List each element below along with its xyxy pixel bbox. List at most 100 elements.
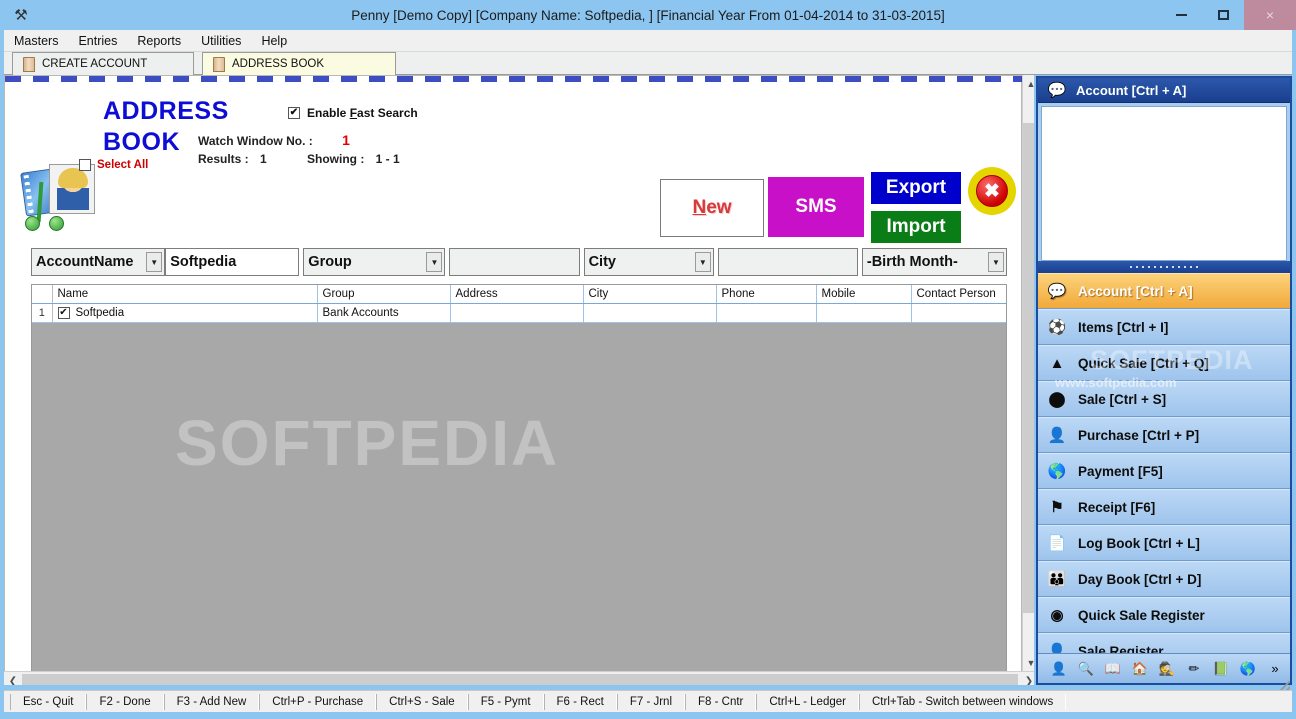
person-search-icon[interactable]: 🕵 (1158, 660, 1176, 678)
sidebar-item-log-book[interactable]: 📄 Log Book [Ctrl + L] (1038, 525, 1290, 561)
cell-contact-person[interactable] (911, 303, 1006, 323)
decorative-strip (5, 76, 1023, 82)
column-header-city[interactable]: City (583, 285, 717, 304)
table-row[interactable]: 1 ✔ Softpedia Bank Accounts (32, 303, 1006, 323)
import-button[interactable]: Import (871, 211, 961, 243)
enable-fast-search-checkbox[interactable]: ✔ Enable Fast Search (288, 106, 418, 120)
status-key-ctrlp[interactable]: Ctrl+P - Purchase (259, 693, 377, 710)
menu-item-masters[interactable]: Masters (14, 32, 69, 50)
search-input[interactable]: Softpedia (165, 248, 300, 276)
page-title: ADDRESS BOOK (103, 96, 229, 158)
scroll-left-icon[interactable]: ❮ (4, 672, 22, 686)
sidebar-account-list-panel[interactable] (1041, 106, 1287, 261)
column-header-group[interactable]: Group (317, 285, 451, 304)
sidebar-item-purchase[interactable]: 👤 Purchase [Ctrl + P] (1038, 417, 1290, 453)
sidebar-splitter[interactable] (1038, 261, 1290, 273)
results-value: 1 (260, 152, 267, 166)
vertical-scroll-thumb[interactable] (1023, 123, 1034, 613)
status-key-f6[interactable]: F6 - Rect (543, 693, 617, 710)
export-button[interactable]: Export (871, 172, 961, 204)
select-all-label: Select All (97, 159, 149, 171)
horizontal-scroll-thumb[interactable] (22, 674, 1018, 685)
horizontal-scrollbar[interactable]: ❮ ❯ (4, 671, 1034, 685)
sidebar-item-payment[interactable]: 🌎 Payment [F5] (1038, 453, 1290, 489)
globe-icon[interactable]: 🌎 (1239, 660, 1257, 678)
sidebar-item-day-book[interactable]: 👪 Day Book [Ctrl + D] (1038, 561, 1290, 597)
status-bar: Esc - Quit F2 - Done F3 - Add New Ctrl+P… (4, 690, 1292, 712)
scroll-up-icon[interactable]: ▲ (1023, 75, 1034, 92)
menu-item-entries[interactable]: Entries (78, 32, 128, 50)
group-value-input[interactable] (449, 248, 580, 276)
status-key-f3[interactable]: F3 - Add New (163, 693, 260, 710)
city-select-value: City (588, 254, 616, 270)
green-book-icon[interactable]: 📗 (1212, 660, 1230, 678)
city-select[interactable]: City ▼ (583, 248, 714, 276)
home-icon[interactable]: 🏠 (1131, 660, 1149, 678)
cell-phone[interactable] (716, 303, 817, 323)
tab-label: CREATE ACCOUNT (42, 58, 148, 70)
chevron-down-icon: ▼ (426, 252, 443, 272)
close-button[interactable]: × (1244, 0, 1296, 30)
cell-group[interactable]: Bank Accounts (317, 303, 451, 323)
title-bar: ⚒ Penny [Demo Copy] [Company Name: Softp… (0, 0, 1296, 30)
column-header-address[interactable]: Address (450, 285, 584, 304)
person-globe-icon: 👪 (1047, 571, 1067, 588)
book-icon[interactable]: 📖 (1104, 660, 1122, 678)
vertical-scrollbar[interactable]: ▲ ▼ (1022, 75, 1034, 671)
sidebar-item-sale[interactable]: ⬤ Sale [Ctrl + S] (1038, 381, 1290, 417)
pen-icon[interactable]: ✏ (1185, 660, 1203, 678)
group-select[interactable]: Group ▼ (303, 248, 446, 276)
chevron-down-icon: ▼ (987, 252, 1004, 272)
status-key-ctrls[interactable]: Ctrl+S - Sale (376, 693, 468, 710)
cell-city[interactable] (583, 303, 717, 323)
scroll-right-icon[interactable]: ❯ (1020, 672, 1034, 686)
magnifier-icon[interactable]: 🔍 (1077, 660, 1095, 678)
menu-item-utilities[interactable]: Utilities (201, 32, 252, 50)
application-window: ⚒ Penny [Demo Copy] [Company Name: Softp… (0, 0, 1296, 719)
status-key-ctrltab[interactable]: Ctrl+Tab - Switch between windows (858, 693, 1067, 710)
birth-month-select[interactable]: -Birth Month- ▼ (861, 248, 1007, 276)
sidebar-header: 💬 Account [Ctrl + A] (1038, 78, 1290, 103)
sidebar-item-quick-sale[interactable]: ▲ Quick Sale [Ctrl + Q] (1038, 345, 1290, 381)
city-value-input[interactable] (717, 248, 858, 276)
column-header-contact-person[interactable]: Contact Person (911, 285, 1006, 304)
status-key-f8[interactable]: F8 - Cntr (685, 693, 757, 710)
menu-item-reports[interactable]: Reports (137, 32, 192, 50)
minimize-button[interactable] (1160, 0, 1202, 30)
menu-item-help[interactable]: Help (261, 32, 298, 50)
column-header-name[interactable]: Name (52, 285, 318, 304)
tab-label: ADDRESS BOOK (232, 58, 325, 70)
status-key-ctrll[interactable]: Ctrl+L - Ledger (756, 693, 859, 710)
new-button[interactable]: New (660, 179, 764, 237)
tab-address-book[interactable]: ADDRESS BOOK (202, 52, 396, 75)
column-header-phone[interactable]: Phone (716, 285, 817, 304)
watch-window-value: 1 (342, 132, 350, 148)
cell-mobile[interactable] (816, 303, 912, 323)
sidebar-item-quick-sale-register[interactable]: ◉ Quick Sale Register (1038, 597, 1290, 633)
results-label: Results : (198, 152, 249, 166)
status-key-f2[interactable]: F2 - Done (86, 693, 164, 710)
tab-create-account[interactable]: CREATE ACCOUNT (12, 52, 194, 75)
checkbox-box: ✔ (288, 107, 300, 119)
sms-button[interactable]: SMS (768, 177, 864, 237)
sidebar-item-items[interactable]: ⚽ Items [Ctrl + I] (1038, 309, 1290, 345)
cell-address[interactable] (450, 303, 584, 323)
status-key-f5[interactable]: F5 - Pymt (467, 693, 544, 710)
field-select[interactable]: AccountName ▼ (31, 248, 166, 276)
chevron-more-icon[interactable]: » (1266, 660, 1284, 678)
cell-name[interactable]: ✔ Softpedia (52, 303, 318, 323)
close-form-button[interactable]: ✖ (968, 167, 1016, 215)
status-key-f7[interactable]: F7 - Jrnl (616, 693, 685, 710)
person-red-icon[interactable]: 👤 (1050, 660, 1068, 678)
select-all-checkbox[interactable]: Select All (79, 159, 148, 171)
sidebar-item-receipt[interactable]: ⚑ Receipt [F6] (1038, 489, 1290, 525)
scroll-down-icon[interactable]: ▼ (1023, 654, 1034, 671)
row-checkbox[interactable]: ✔ (57, 307, 70, 319)
form-header: ADDRESS BOOK Select All ✔ Enable Fast Se… (5, 84, 1023, 243)
maximize-button[interactable] (1202, 0, 1244, 30)
column-header-mobile[interactable]: Mobile (816, 285, 912, 304)
sidebar-item-account[interactable]: 💬 Account [Ctrl + A] (1038, 273, 1290, 309)
results-grid[interactable]: Name Group Address City Phone Mobile Con… (31, 284, 1007, 685)
status-key-esc[interactable]: Esc - Quit (10, 693, 87, 710)
book-icon (23, 56, 35, 72)
